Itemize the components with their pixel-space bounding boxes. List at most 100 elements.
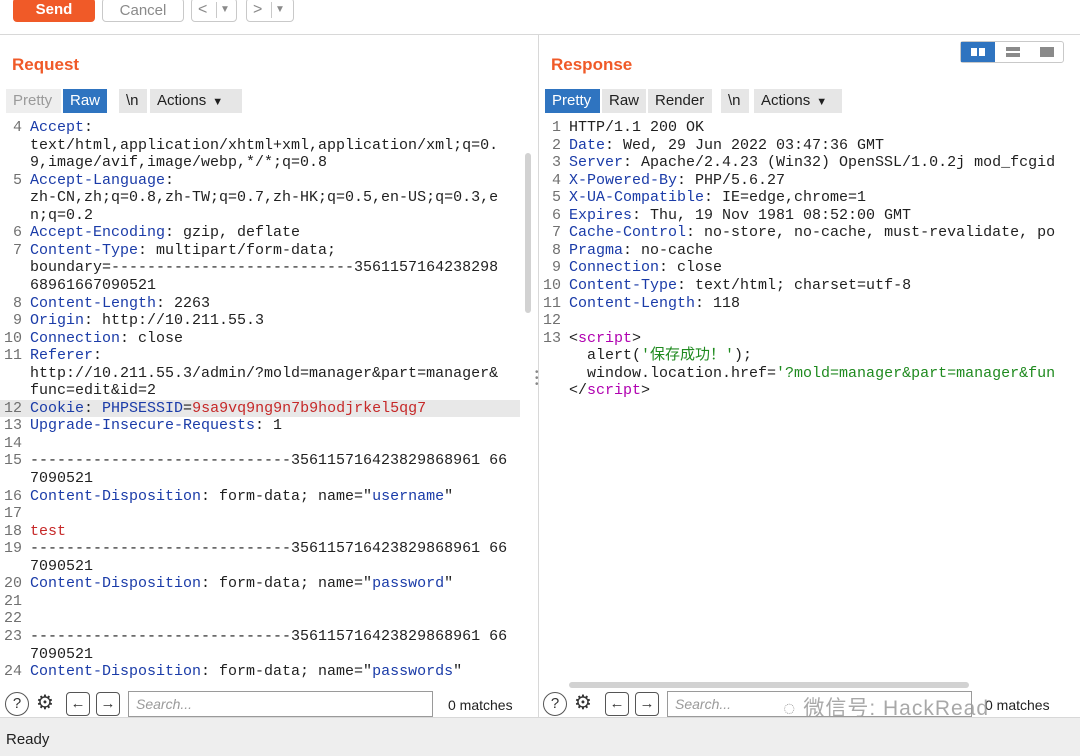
request-editor[interactable]: 4 Accept: text/html,application/xhtml+xml,… [0,119,538,687]
line-number: 17 [3,505,22,523]
line-number: 12 [542,312,561,330]
search-next-button[interactable]: → [96,692,120,716]
history-forward-button[interactable]: > ▼ [246,0,294,22]
line-number: 16 [3,487,22,505]
code-token: Upgrade-Insecure-Requests [30,417,256,435]
code-text: 7090521 [30,646,93,664]
request-search-input[interactable]: Search... [128,691,433,717]
line-number: 11 [542,294,561,312]
code-text: Accept-Language: [30,172,174,190]
code-token: X-UA-Compatible [569,189,705,207]
code-token: '?mold=manager&part=manager&fun [776,364,1056,382]
code-token: </ [569,382,588,400]
line-number: 20 [3,575,22,593]
actions-dropdown[interactable]: Actions ▼ [754,89,842,113]
code-token: -----------------------------35611571642… [30,452,508,470]
search-previous-button[interactable]: ← [66,692,90,716]
code-token: : gzip, deflate [165,224,301,242]
history-back-button[interactable]: < ▼ [191,0,237,22]
request-vertical-scrollbar[interactable] [525,153,531,313]
response-match-count: 0 matches [985,697,1050,713]
line-number: 11 [3,347,22,365]
code-text: zh-CN,zh;q=0.8,zh-TW;q=0.7,zh-HK;q=0.5,e… [30,189,498,207]
code-token: Content-Type [569,276,678,294]
code-token: : Apache/2.4.23 (Win32) OpenSSL/1.0.2j m… [623,154,1056,172]
dropdown-arrow-icon[interactable]: ▼ [275,0,285,21]
line-number: 2 [551,136,561,154]
response-editor[interactable]: 1 HTTP/1.1 200 OK 2 Date: Wed, 29 Jun 2022 … [539,119,1080,687]
layout-tabs-button[interactable] [1030,42,1064,62]
code-token: text/html,application/xhtml+xml,applicat… [30,136,499,154]
code-line: http://10.211.55.3/admin/?mold=manager&p… [0,365,520,383]
code-token: Cookie [30,399,85,417]
cancel-button[interactable]: Cancel [102,0,184,22]
code-line: 22 [0,610,520,628]
code-text: Content-Type: multipart/form-data; [30,242,336,260]
code-text: <script> [569,330,641,348]
code-token: n;q=0.2 [30,206,94,224]
code-text: Content-Type: text/html; charset=utf-8 [569,277,911,295]
send-button[interactable]: Send [13,0,95,22]
tab-raw[interactable]: Raw [602,89,646,113]
request-match-count: 0 matches [448,697,513,713]
line-number: 10 [3,329,22,347]
gear-icon[interactable]: ⚙ [33,692,57,716]
tab-pretty[interactable]: Pretty [545,89,600,113]
code-token: Content-Disposition [30,487,202,505]
tab-newline[interactable]: \n [721,89,749,113]
tab-raw[interactable]: Raw [63,89,107,113]
status-text: Ready [6,731,50,748]
code-text: 68961667090521 [30,277,156,295]
code-token: window.location.href= [569,364,777,382]
actions-dropdown[interactable]: Actions ▼ [150,89,242,113]
layout-stacked-button[interactable] [996,42,1030,62]
code-line: alert('保存成功！'); [539,347,1062,365]
code-line: 6 Expires: Thu, 19 Nov 1981 08:52:00 GMT [539,207,1062,225]
code-token: Pragma [569,241,624,259]
code-text: Content-Length: 2263 [30,295,210,313]
code-line: 7090521 [0,646,520,664]
code-text: Accept-Encoding: gzip, deflate [30,224,300,242]
code-line: 9 Origin: http://10.211.55.3 [0,312,520,330]
layout-side-by-side-button[interactable] [961,42,995,62]
response-horizontal-scrollbar[interactable] [569,682,969,688]
code-line: 7090521 [0,470,520,488]
dropdown-arrow-icon[interactable]: ▼ [220,0,230,21]
code-token: : [84,119,94,136]
code-line: 12 Cookie: PHPSESSID=9sa9vq9ng9n7b9hodjrk… [0,399,520,418]
code-token: : form-data; name=" [201,663,373,681]
code-text: Cache-Control: no-store, no-cache, must-… [569,224,1055,242]
code-token: = [183,399,193,417]
code-text: Connection: close [30,330,183,348]
line-number: 8 [551,241,561,259]
code-text: Content-Disposition: form-data; name="pa… [30,663,462,681]
help-icon[interactable]: ? [5,692,29,716]
code-line: 2 Date: Wed, 29 Jun 2022 03:47:36 GMT [539,137,1062,155]
tab-render[interactable]: Render [648,89,712,113]
code-token: : form-data; name=" [201,575,373,593]
code-line: </script> [539,382,1062,400]
code-line: 16 Content-Disposition: form-data; name="… [0,488,520,506]
code-line: 5 X-UA-Compatible: IE=edge,chrome=1 [539,189,1062,207]
line-number: 8 [12,294,22,312]
code-text: func=edit&id=2 [30,382,156,400]
actions-label: Actions [761,92,811,109]
tab-newline[interactable]: \n [119,89,147,113]
code-text: Content-Length: 118 [569,295,740,313]
search-previous-button[interactable]: ← [605,692,629,716]
gear-icon[interactable]: ⚙ [571,692,595,716]
code-line: 4 X-Powered-By: PHP/5.6.27 [539,172,1062,190]
help-icon[interactable]: ? [543,692,567,716]
tab-pretty[interactable]: Pretty [6,89,61,113]
code-token: 7090521 [30,557,94,575]
code-line: 8 Pragma: no-cache [539,242,1062,260]
line-number: 21 [3,592,22,610]
search-next-button[interactable]: → [635,692,659,716]
code-token: Accept [30,119,85,136]
code-line: 9 Connection: close [539,259,1062,277]
request-pane: Request Pretty Raw \n Actions ▼ 4 Accept: t… [0,35,539,717]
single-pane-icon [1040,47,1054,57]
code-line: 7 Cache-Control: no-store, no-cache, must… [539,224,1062,242]
code-token: Content-Disposition [30,663,202,681]
code-text: X-Powered-By: PHP/5.6.27 [569,172,785,190]
